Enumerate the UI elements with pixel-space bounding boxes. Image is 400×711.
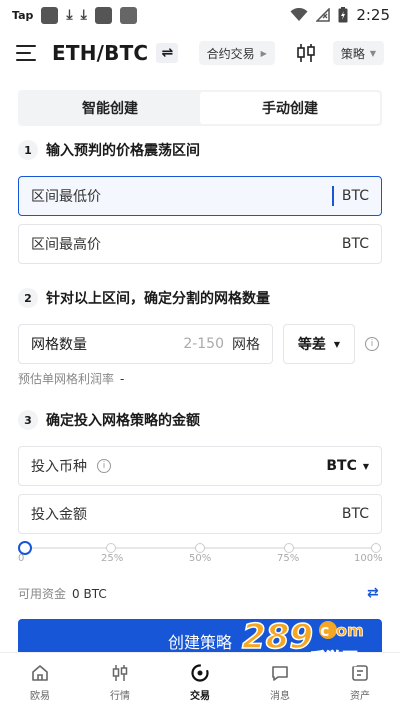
site-watermark-logo: 289 c om 手游网 bbox=[241, 616, 364, 668]
transfer-icon[interactable]: ⇄ bbox=[367, 585, 379, 601]
trade-icon bbox=[191, 663, 209, 682]
available-funds-row: 可用资金 0 BTC bbox=[18, 585, 107, 602]
grid-count-placeholder: 网格数量 bbox=[31, 337, 87, 353]
step-number: 1 bbox=[18, 140, 38, 160]
estimated-profit-value: - bbox=[120, 372, 125, 386]
nav-item-trade[interactable]: 交易 bbox=[160, 653, 240, 711]
nav-item-market[interactable]: 行情 bbox=[80, 653, 160, 711]
info-icon[interactable]: i bbox=[97, 459, 111, 473]
strategy-label: 策略 bbox=[340, 46, 365, 61]
section-3-label: 确定投入网格策略的金额 bbox=[46, 413, 200, 429]
invest-coin-label: 投入币种 bbox=[31, 459, 87, 475]
section-2-title: 2 针对以上区间，确定分割的网格数量 bbox=[18, 288, 270, 308]
contract-trade-label: 合约交易 bbox=[206, 46, 255, 61]
slider-stop[interactable] bbox=[371, 543, 381, 553]
invest-amount-placeholder: 投入金额 bbox=[31, 507, 87, 523]
tab-smart-create[interactable]: 智能创建 bbox=[20, 92, 200, 124]
step-number: 2 bbox=[18, 288, 38, 308]
invest-coin-value: BTC bbox=[326, 458, 357, 474]
high-price-placeholder: 区间最高价 bbox=[31, 237, 101, 253]
slider-stop[interactable] bbox=[195, 543, 205, 553]
nav-label: 行情 bbox=[110, 690, 130, 702]
low-price-unit: BTC bbox=[341, 188, 369, 204]
invest-amount-unit: BTC bbox=[341, 506, 369, 522]
create-mode-tabs: 智能创建 手动创建 bbox=[18, 90, 382, 126]
header: ETH/BTC ⇌ 合约交易 ▶ 策略 ▼ bbox=[0, 30, 400, 76]
section-3-title: 3 确定投入网格策略的金额 bbox=[18, 410, 200, 430]
slider-tick-labels: 0 25% 50% 75% 100% bbox=[18, 553, 383, 567]
available-funds-value: 0 BTC bbox=[72, 586, 107, 601]
status-bar: Tap ⤓ ⤓ 2:25 bbox=[0, 0, 400, 30]
nav-label: 资产 bbox=[350, 690, 370, 702]
grid-mode-select[interactable]: 等差 ▼ bbox=[283, 324, 355, 364]
grid-count-unit: 网格 bbox=[232, 337, 260, 353]
caret-down-icon: ▼ bbox=[362, 461, 369, 471]
notification-icon bbox=[94, 6, 112, 24]
slider-stop[interactable] bbox=[284, 543, 294, 553]
grid-count-input[interactable]: 网格数量 2-150 网格 bbox=[18, 324, 273, 364]
caret-down-icon: ▼ bbox=[333, 339, 341, 349]
section-1-label: 输入预判的价格震荡区间 bbox=[46, 143, 200, 159]
download-icon: ⤓ bbox=[66, 7, 73, 23]
svg-text:手游网: 手游网 bbox=[310, 649, 358, 668]
grid-count-range: 2-150 bbox=[183, 336, 224, 352]
svg-text:om: om bbox=[336, 621, 364, 640]
slider-tick-label: 25% bbox=[101, 553, 124, 564]
nav-label: 欧易 bbox=[30, 690, 50, 702]
step-number: 3 bbox=[18, 410, 38, 430]
tab-manual-create[interactable]: 手动创建 bbox=[200, 92, 380, 124]
menu-icon[interactable] bbox=[16, 45, 36, 61]
slider-tick-label: 100% bbox=[354, 553, 383, 564]
nav-label: 交易 bbox=[190, 690, 210, 702]
cat-app-icon bbox=[119, 6, 137, 24]
estimated-profit-row: 预估单网格利润率 - bbox=[18, 370, 124, 387]
download-icon: ⤓ bbox=[80, 7, 87, 23]
svg-text:289: 289 bbox=[242, 617, 313, 657]
section-2-label: 针对以上区间，确定分割的网格数量 bbox=[46, 291, 270, 307]
nav-label: 消息 bbox=[270, 690, 290, 702]
available-funds-label: 可用资金 bbox=[18, 587, 67, 601]
swap-pair-icon[interactable]: ⇌ bbox=[156, 43, 179, 63]
battery-icon bbox=[338, 7, 348, 23]
status-time: 2:25 bbox=[356, 6, 390, 24]
candlestick-chart-icon[interactable] bbox=[295, 42, 317, 64]
contract-trade-button[interactable]: 合约交易 ▶ bbox=[198, 41, 275, 65]
nav-item-home[interactable]: 欧易 bbox=[0, 653, 80, 711]
high-price-unit: BTC bbox=[341, 236, 369, 252]
chevron-right-icon: ▶ bbox=[260, 48, 267, 58]
strategy-dropdown[interactable]: 策略 ▼ bbox=[332, 41, 384, 65]
section-1-title: 1 输入预判的价格震荡区间 bbox=[18, 140, 200, 160]
market-icon bbox=[112, 664, 128, 681]
chevron-down-icon: ▼ bbox=[369, 48, 376, 58]
slider-tick-label: 0 bbox=[18, 553, 25, 564]
home-icon bbox=[32, 664, 48, 681]
notification-icon bbox=[41, 6, 59, 24]
slider-tick-label: 50% bbox=[189, 553, 212, 564]
wifi-icon bbox=[290, 8, 308, 21]
text-caret bbox=[331, 186, 334, 206]
invest-coin-select[interactable]: 投入币种 i BTC ▼ bbox=[18, 446, 382, 486]
low-price-input[interactable]: 区间最低价 BTC bbox=[18, 176, 382, 216]
slider-stop[interactable] bbox=[106, 543, 116, 553]
info-icon[interactable]: i bbox=[365, 337, 379, 351]
trading-pair[interactable]: ETH/BTC bbox=[52, 41, 148, 65]
svg-text:c: c bbox=[320, 621, 329, 640]
estimated-profit-label: 预估单网格利润率 bbox=[18, 372, 115, 386]
no-signal-icon bbox=[316, 8, 331, 22]
low-price-placeholder: 区间最低价 bbox=[31, 189, 101, 205]
grid-mode-value: 等差 bbox=[297, 337, 326, 353]
status-app-label: Tap bbox=[12, 8, 34, 22]
slider-tick-label: 75% bbox=[277, 553, 300, 564]
high-price-input[interactable]: 区间最高价 BTC bbox=[18, 224, 382, 264]
invest-amount-input[interactable]: 投入金额 BTC bbox=[18, 494, 382, 534]
